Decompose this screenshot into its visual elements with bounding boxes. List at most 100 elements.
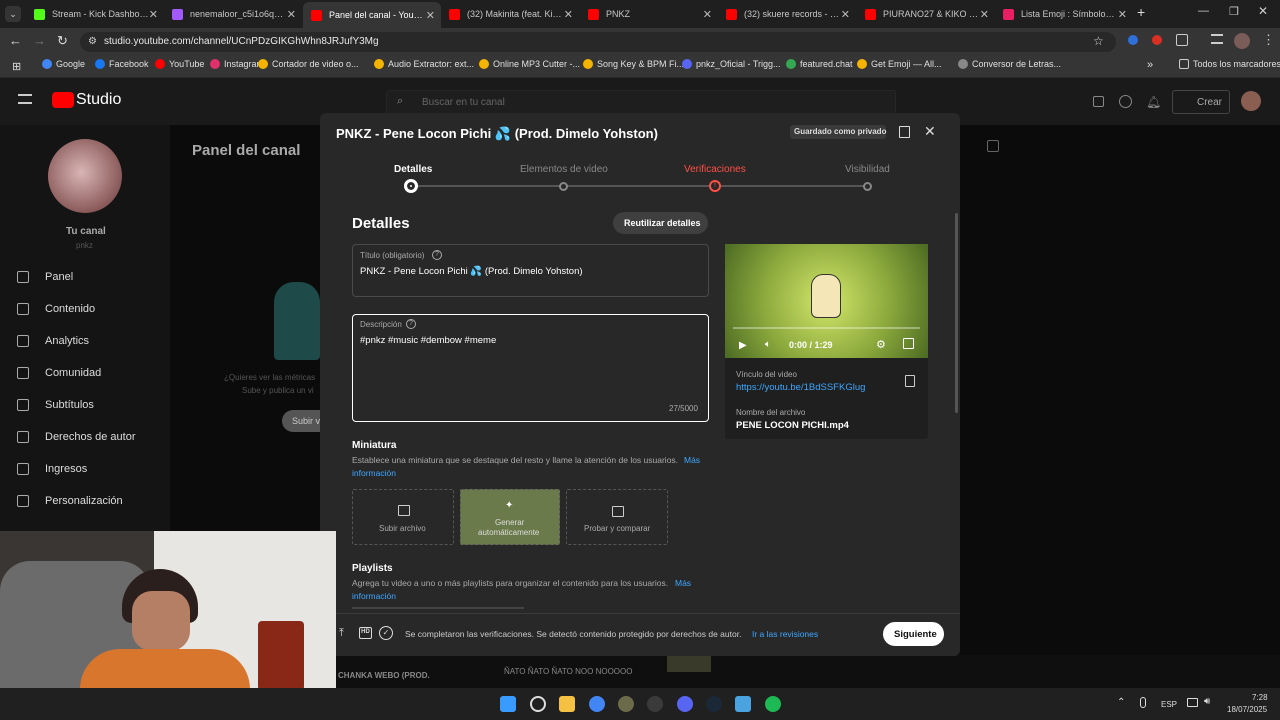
youtube-logo[interactable] xyxy=(52,92,74,108)
maximize-button[interactable]: ❐ xyxy=(1229,5,1239,18)
mic-icon[interactable] xyxy=(1140,697,1146,708)
reuse-details-button[interactable]: Reutilizar detalles xyxy=(613,212,708,234)
browser-tab[interactable]: Lista Emoji : Símbolos em ✕ xyxy=(995,3,1133,25)
sidebar-nav-item[interactable]: Subtítulos xyxy=(17,399,94,411)
play-icon[interactable]: ▶ xyxy=(739,340,747,351)
copy-link-icon[interactable] xyxy=(905,375,915,387)
fullscreen-icon[interactable] xyxy=(903,338,914,349)
step-visibility-dot[interactable] xyxy=(863,182,872,191)
browser-tab[interactable]: Panel del canal - YouTube ✕ xyxy=(303,2,441,28)
hamburger-icon[interactable] xyxy=(18,94,32,104)
minimize-button[interactable]: — xyxy=(1198,5,1209,17)
help-icon[interactable] xyxy=(1119,95,1132,108)
create-button[interactable]: Crear xyxy=(1172,90,1230,114)
thumbnail-more-link-a[interactable]: Más xyxy=(684,455,700,465)
bookmark-item[interactable]: Get Emoji — All... xyxy=(857,59,942,69)
address-bar[interactable]: ⚙ studio.youtube.com/channel/UCnPDzGIKGh… xyxy=(80,32,1116,52)
explorer-icon[interactable] xyxy=(559,696,575,712)
close-tab-icon[interactable]: ✕ xyxy=(426,9,435,22)
browser-tab[interactable]: (32) Makinita (feat. Kiko C ✕ xyxy=(441,3,579,25)
ext-icon-1[interactable] xyxy=(1128,35,1138,45)
close-tab-icon[interactable]: ✕ xyxy=(1118,8,1127,21)
title-field[interactable]: Título (obligatorio) ? PNKZ - Pene Locon… xyxy=(352,244,709,297)
close-tab-icon[interactable]: ✕ xyxy=(149,8,158,21)
browser-tab[interactable]: PNKZ ✕ xyxy=(580,3,718,25)
progress-track[interactable] xyxy=(733,327,920,329)
dialog-scrollbar[interactable] xyxy=(955,213,958,413)
apps-icon[interactable]: ⊞ xyxy=(12,60,21,73)
bookmark-item[interactable]: Google xyxy=(42,59,85,69)
playlist-select[interactable] xyxy=(352,607,524,609)
new-tab-button[interactable]: + xyxy=(1137,4,1145,20)
step-elements-label[interactable]: Elementos de video xyxy=(520,164,608,175)
feedback-icon[interactable] xyxy=(899,126,910,138)
sidebar-nav-item[interactable]: Derechos de autor xyxy=(17,431,136,443)
steam-icon[interactable] xyxy=(706,696,722,712)
spotify-icon[interactable] xyxy=(765,696,781,712)
thumbnail-more-link-b[interactable]: información xyxy=(352,468,396,478)
start-icon[interactable] xyxy=(500,696,516,712)
extensions-icon[interactable] xyxy=(1176,34,1188,46)
menu-icon[interactable]: ⋮ xyxy=(1262,32,1275,48)
bookmark-item[interactable]: Online MP3 Cutter -... xyxy=(479,59,580,69)
close-tab-icon[interactable]: ✕ xyxy=(841,8,850,21)
language-indicator[interactable]: ESP xyxy=(1161,700,1177,709)
ext-icon-2[interactable] xyxy=(1152,35,1162,45)
notepad-icon[interactable] xyxy=(735,696,751,712)
video-preview[interactable]: ▶ 🔈︎ 0:00 / 1:29 ⚙ xyxy=(725,244,928,358)
messages-icon[interactable] xyxy=(1093,96,1104,107)
checks-complete-icon[interactable]: ✓ xyxy=(379,626,393,640)
bookmark-item[interactable]: Song Key & BPM Fi... xyxy=(583,59,684,69)
close-window-button[interactable]: ✕ xyxy=(1258,4,1268,18)
discord-icon[interactable] xyxy=(677,696,693,712)
sidebar-nav-item[interactable]: Comunidad xyxy=(17,367,101,379)
clock-date[interactable]: 18/07/2025 xyxy=(1227,705,1267,714)
upload-thumbnail-tile[interactable]: Subir archivo xyxy=(352,489,454,545)
tab-search-button[interactable]: ⌄ xyxy=(5,6,21,22)
sidebar-nav-item[interactable]: Ingresos xyxy=(17,463,87,475)
all-bookmarks[interactable]: Todos los marcadores xyxy=(1179,59,1280,69)
forward-icon[interactable]: → xyxy=(33,33,46,48)
notifications-icon[interactable]: 🔔︎ xyxy=(1146,95,1161,109)
more-bookmarks-icon[interactable]: » xyxy=(1147,59,1153,71)
channel-avatar[interactable] xyxy=(48,139,122,213)
description-help-icon[interactable]: ? xyxy=(406,319,416,329)
browser-tab[interactable]: PIURANO27 & KIKO CHO ✕ xyxy=(857,3,995,25)
search-taskbar-icon[interactable] xyxy=(530,696,546,712)
browser-tab[interactable]: nenemaloor_c5i1o6qq.gif ✕ xyxy=(164,3,302,25)
upload-status-icon[interactable]: ⤒ xyxy=(339,627,344,640)
title-help-icon[interactable]: ? xyxy=(432,250,442,260)
playlists-more-link-b[interactable]: información xyxy=(352,591,396,601)
volume-tray-icon[interactable]: 🔊︎ xyxy=(1204,696,1210,707)
auto-generate-tile[interactable]: ✦ Generar automáticamente xyxy=(460,489,560,545)
bookmark-item[interactable]: Facebook xyxy=(95,59,149,69)
bookmark-item[interactable]: Conversor de Letras... xyxy=(958,59,1061,69)
site-info-icon[interactable]: ⚙ xyxy=(88,36,97,47)
volume-icon[interactable]: 🔈︎ xyxy=(765,339,771,350)
channel-search[interactable]: ⌕ Buscar en tu canal xyxy=(386,90,896,114)
app-icon-1[interactable] xyxy=(618,696,634,712)
bookmark-item[interactable]: Instagram xyxy=(210,59,264,69)
video-link[interactable]: https://youtu.be/1BdSSFKGlug xyxy=(736,382,865,393)
bookmark-item[interactable]: featured.chat xyxy=(786,59,853,69)
bookmark-item[interactable]: Audio Extractor: ext... xyxy=(374,59,474,69)
sidebar-nav-item[interactable]: Personalización xyxy=(17,495,123,507)
playlists-more-link-a[interactable]: Más xyxy=(675,578,691,588)
network-icon[interactable] xyxy=(1187,698,1198,707)
bg-upload-button[interactable]: Subir vi xyxy=(282,410,322,432)
step-checks-error-icon[interactable]: ! xyxy=(709,180,721,192)
description-field[interactable]: Descripción ? #pnkz #music #dembow #meme… xyxy=(352,314,709,422)
bookmark-star-icon[interactable]: ☆ xyxy=(1093,34,1104,48)
sidebar-nav-item[interactable]: Contenido xyxy=(17,303,95,315)
close-dialog-icon[interactable]: ✕ xyxy=(924,123,936,140)
sidebar-nav-item[interactable]: Analytics xyxy=(17,335,89,347)
step-visibility-label[interactable]: Visibilidad xyxy=(845,164,890,175)
close-tab-icon[interactable]: ✕ xyxy=(564,8,573,21)
clock-time[interactable]: 7:28 xyxy=(1252,693,1268,702)
bookmark-item[interactable]: pnkz_Oficial - Trigg... xyxy=(682,59,781,69)
bookmark-item[interactable]: Cortador de video o... xyxy=(258,59,359,69)
step-details-dot[interactable] xyxy=(404,179,418,193)
browser-tab[interactable]: (32) skuere records - YouT ✕ xyxy=(718,3,856,25)
go-to-reviews-link[interactable]: Ir a las revisiones xyxy=(752,629,818,639)
tray-chevron-icon[interactable]: ⌃ xyxy=(1117,697,1125,708)
